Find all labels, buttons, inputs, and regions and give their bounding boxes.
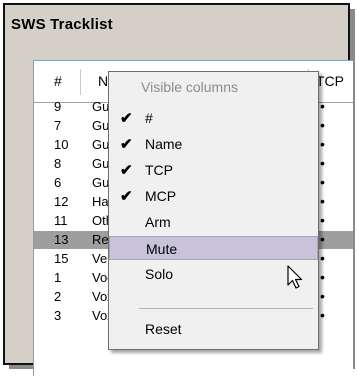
menu-item-label: #	[145, 110, 153, 126]
track-number: 15	[54, 251, 69, 266]
menu-item-arm[interactable]: Arm	[109, 210, 318, 234]
track-number: 8	[54, 156, 62, 171]
menu-item-label: Solo	[145, 266, 174, 282]
menu-item-number[interactable]: ✔ #	[109, 106, 318, 130]
tcp-visible-dot: •	[320, 174, 325, 190]
track-number: 12	[54, 194, 69, 209]
tcp-visible-dot: •	[320, 307, 325, 323]
tcp-visible-dot: •	[320, 288, 325, 304]
menu-separator	[139, 308, 313, 309]
mouse-pointer-icon	[287, 265, 303, 289]
track-number: 2	[54, 289, 62, 304]
track-number: 11	[54, 213, 68, 228]
track-number: 6	[54, 175, 62, 190]
menu-item-label: TCP	[145, 162, 173, 178]
track-number: 13	[54, 232, 69, 247]
menu-item-reset[interactable]: Reset	[109, 317, 318, 341]
menu-item-mcp[interactable]: ✔ MCP	[109, 184, 318, 208]
window-title: SWS Tracklist	[11, 16, 113, 33]
menu-item-mute[interactable]: Mute	[109, 236, 318, 260]
tcp-visible-dot: •	[320, 250, 325, 266]
menu-item-tcp[interactable]: ✔ TCP	[109, 158, 318, 182]
track-number: 3	[54, 308, 62, 323]
track-number: 10	[54, 137, 69, 152]
checkmark-icon: ✔	[120, 162, 133, 179]
menu-item-label: Arm	[145, 214, 171, 230]
tcp-visible-dot: •	[320, 155, 325, 171]
tcp-visible-dot: •	[320, 193, 325, 209]
tcp-visible-dot: •	[320, 136, 325, 152]
tcp-visible-dot: •	[320, 98, 325, 114]
menu-header-visible-columns: Visible columns	[109, 75, 318, 99]
menu-item-label: Reset	[145, 321, 182, 337]
menu-item-label: Mute	[146, 241, 178, 257]
track-number: 1	[54, 270, 62, 285]
menu-item-label: MCP	[145, 188, 177, 204]
tcp-visible-dot: •	[320, 117, 325, 133]
column-separator[interactable]	[80, 69, 81, 95]
visible-columns-menu: Visible columns ✔ # ✔ Name ✔ TCP ✔ MCP Arm Mute So…	[108, 71, 319, 350]
checkmark-icon: ✔	[120, 188, 133, 205]
column-header-tcp[interactable]: TCP	[316, 73, 344, 89]
track-number: 9	[54, 99, 62, 114]
menu-item-label: Name	[145, 136, 183, 152]
tcp-visible-dot: •	[320, 231, 325, 247]
checkmark-icon: ✔	[120, 136, 133, 153]
tcp-visible-dot: •	[320, 269, 325, 285]
checkmark-icon: ✔	[120, 110, 133, 127]
column-header-number[interactable]: #	[54, 73, 62, 89]
menu-header-label: Visible columns	[141, 79, 239, 95]
tcp-visible-dot: •	[320, 212, 325, 228]
menu-item-name[interactable]: ✔ Name	[109, 132, 318, 156]
track-number: 7	[54, 118, 62, 133]
